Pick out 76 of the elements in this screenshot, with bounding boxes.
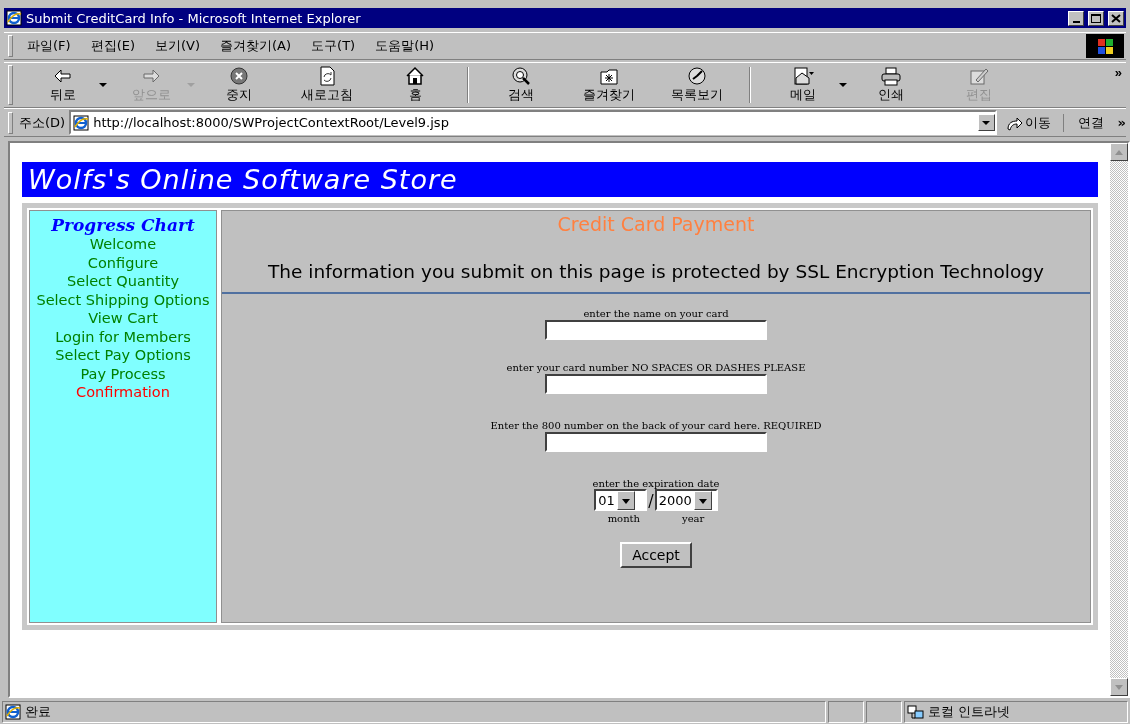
window-title: Submit CreditCard Info - Microsoft Internet Explorer [26,10,362,26]
input-field[interactable] [545,320,767,340]
status-panel [866,701,902,723]
home-icon [404,66,426,86]
menu-item[interactable]: 편집(E) [82,35,143,57]
toolbar-button[interactable]: 인쇄 [847,64,935,106]
year-select[interactable]: 2000 [654,489,718,511]
field-caption: month [607,513,641,524]
toolbar-button[interactable]: 뒤로 [19,64,107,106]
close-button[interactable] [1108,10,1124,26]
maximize-button[interactable] [1088,10,1104,26]
progress-step: Pay Process [80,364,166,383]
progress-step: Select Shipping Options [36,290,210,309]
printer-icon [880,66,902,86]
network-icon [907,704,924,720]
stop-icon [228,66,250,86]
browser-page-icon [6,10,22,26]
progress-step: Confirmation [76,383,170,402]
security-notice: The information you submit on this page is protected by SSL Encryption Technology [267,261,1045,282]
toolbar-button[interactable]: 즐겨찾기 [565,64,653,106]
field-label: enter your card number NO SPACES OR DASHES PLEASE [506,362,806,373]
form-title: Credit Card Payment [557,213,755,235]
toolbar-button[interactable]: 검색 [477,64,565,106]
minimize-icon [1072,20,1080,23]
windows-flag-icon [1095,36,1115,56]
more-button[interactable]: » [1117,115,1126,130]
panel-heading: Progress Chart [51,215,195,235]
browser-page-icon [73,114,90,131]
toolbar-button[interactable]: 새로고침 [283,64,371,106]
more-button[interactable]: » [1110,63,1126,82]
toolbar-button[interactable]: 메일 [759,64,847,106]
toolbar-button[interactable]: 중지 [195,64,283,106]
status-panel [828,701,864,723]
mail-icon [792,66,814,86]
month-select[interactable]: 01 [594,489,648,511]
progress-step: View Cart [88,309,158,328]
menu-item[interactable]: 파일(F) [19,35,79,57]
menu-item[interactable]: 도움말(H) [367,35,443,57]
progress-step: Select Pay Options [55,346,191,365]
scroll-down-button[interactable] [1110,678,1128,696]
scrollbar[interactable] [1110,143,1128,696]
progress-step: Select Quantity [67,272,179,291]
progress-step: Login for Members [55,327,191,346]
down-arrow-icon [1114,683,1124,691]
address-field[interactable]: http://localhost:8000/SWProjectContextRoot/Level9.jsp [69,110,997,135]
browser-page-icon [5,704,21,720]
field-label: Enter the 800 number on the back of your card here. REQUIRED [490,420,822,431]
toolbar-button[interactable]: 목록보기 [653,64,741,106]
separator-text: / [648,490,654,510]
scroll-up-button[interactable] [1110,143,1128,161]
field-label: enter the name on your card [583,308,729,319]
links-button[interactable]: 연결 [1069,113,1112,132]
minimize-button[interactable] [1068,10,1084,26]
site-banner: Wolfs's Online Software Store [22,162,1098,197]
edit-icon [968,66,990,86]
input-field[interactable] [545,432,767,452]
zone-text: 로컬 인트라넷 [928,703,1011,721]
toolbar-button[interactable]: 홈 [371,64,459,106]
field-label: enter the expiration date [592,478,720,489]
progress-step: Configure [87,253,159,272]
field-caption: year [682,513,705,524]
go-button[interactable]: 이동 [996,113,1059,132]
progress-step: Welcome [89,235,157,254]
close-icon [1111,13,1121,23]
dropdown-button[interactable] [977,114,995,131]
folder-icon [598,66,620,86]
menu-item[interactable]: 도구(T) [303,35,364,57]
menu-item[interactable]: 즐겨찾기(A) [212,35,300,57]
up-arrow-icon [1114,148,1124,156]
accept-button[interactable]: Accept [620,542,692,568]
maximize-icon [1091,13,1101,23]
address-label: 주소(D) [18,113,67,132]
input-field[interactable] [545,374,767,394]
menu-item[interactable]: 보기(V) [147,35,209,57]
status-text: 완료 [25,703,51,721]
search-icon [510,66,532,86]
